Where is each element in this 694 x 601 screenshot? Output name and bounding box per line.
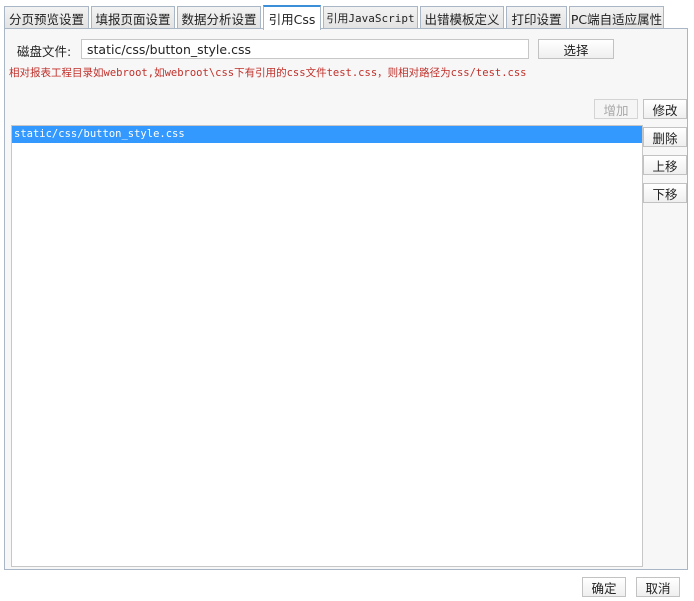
- move-up-button[interactable]: 上移: [643, 155, 687, 175]
- disk-file-path-input[interactable]: [81, 39, 529, 59]
- tab-page-preview-settings[interactable]: 分页预览设置: [4, 6, 89, 29]
- relative-path-hint: 相对报表工程目录如webroot,如webroot\css下有引用的css文件t…: [9, 67, 527, 79]
- modify-button[interactable]: 修改: [643, 99, 687, 119]
- tab-reference-css[interactable]: 引用Css: [263, 5, 321, 30]
- tab-bar: 分页预览设置 填报页面设置 数据分析设置 引用Css 引用JavaScript …: [4, 4, 690, 30]
- tab-pc-adaptive-properties[interactable]: PC端自适应属性: [569, 6, 664, 29]
- choose-file-button[interactable]: 选择: [538, 39, 614, 59]
- tab-reference-javascript[interactable]: 引用JavaScript: [323, 6, 418, 29]
- tab-print-settings[interactable]: 打印设置: [506, 6, 567, 29]
- move-down-button[interactable]: 下移: [643, 183, 687, 203]
- cancel-button[interactable]: 取消: [636, 577, 680, 597]
- tab-fill-page-settings[interactable]: 填报页面设置: [91, 6, 175, 29]
- add-button[interactable]: 增加: [594, 99, 638, 119]
- ok-button[interactable]: 确定: [582, 577, 626, 597]
- css-file-list[interactable]: static/css/button_style.css: [11, 125, 643, 567]
- tab-data-analysis-settings[interactable]: 数据分析设置: [177, 6, 261, 29]
- delete-button[interactable]: 删除: [643, 127, 687, 147]
- css-reference-panel: 磁盘文件: 选择 相对报表工程目录如webroot,如webroot\css下有…: [4, 28, 688, 570]
- list-item[interactable]: static/css/button_style.css: [12, 126, 642, 143]
- disk-file-label: 磁盘文件:: [17, 44, 72, 59]
- tab-error-template[interactable]: 出错模板定义: [420, 6, 504, 29]
